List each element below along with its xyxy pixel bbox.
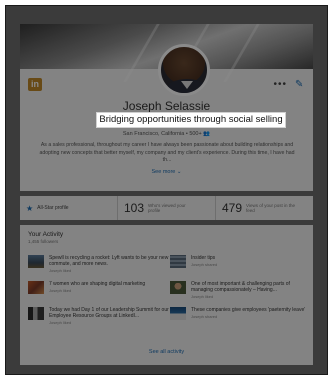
activity-item[interactable]: These companies give employees 'paeterni…	[170, 307, 306, 325]
screenshot-frame: in ••• ✎ Joseph Selassie San Francisco, …	[5, 5, 328, 375]
activity-thumbnail	[170, 307, 186, 320]
profile-viewers-stat[interactable]: 103 Who's viewed your profile	[118, 196, 216, 220]
see-all-activity-link[interactable]: See all activity	[20, 349, 313, 355]
edit-pencil-icon[interactable]: ✎	[295, 79, 305, 90]
all-star-stat[interactable]: ★ All-Star profile	[20, 196, 118, 220]
star-icon: ★	[26, 203, 34, 213]
activity-item[interactable]: 7 women who are shaping digital marketin…	[28, 281, 170, 299]
profile-name: Joseph Selassie	[122, 99, 211, 113]
profile-summary: As a sales professional, throughout my c…	[39, 142, 295, 163]
activity-title: Your Activity	[28, 231, 64, 238]
linkedin-logo-icon: in	[28, 78, 42, 91]
activity-item[interactable]: Today we had Day 1 of our Leadership Sum…	[28, 307, 170, 325]
see-more-link[interactable]: See more ⌄	[20, 169, 313, 175]
activity-thumbnail	[28, 281, 44, 294]
followers-count: 1,455 followers	[28, 239, 59, 244]
profile-location: San Francisco, California • 500+ 👥	[122, 131, 211, 137]
activity-item[interactable]: Spewll is recycling a rocket: Lyft wants…	[28, 255, 170, 273]
activity-thumbnail	[170, 281, 186, 294]
avatar	[158, 44, 210, 96]
more-options-icon[interactable]: •••	[273, 79, 287, 90]
activity-item[interactable]: Insider tips Joseph shared	[170, 255, 306, 273]
post-views-stat[interactable]: 479 Views of your post in the feed	[216, 196, 313, 220]
activity-thumbnail	[28, 307, 44, 320]
profile-card: in ••• ✎ Joseph Selassie San Francisco, …	[20, 24, 313, 191]
activity-section: Your Activity 1,455 followers Spewll is …	[20, 225, 313, 365]
profile-headline: Bridging opportunities through social se…	[96, 112, 286, 128]
stats-bar: ★ All-Star profile 103 Who's viewed your…	[20, 196, 313, 220]
activity-item[interactable]: One of most important & challenging part…	[170, 281, 306, 299]
activity-thumbnail	[28, 255, 44, 268]
activity-thumbnail	[170, 255, 186, 268]
